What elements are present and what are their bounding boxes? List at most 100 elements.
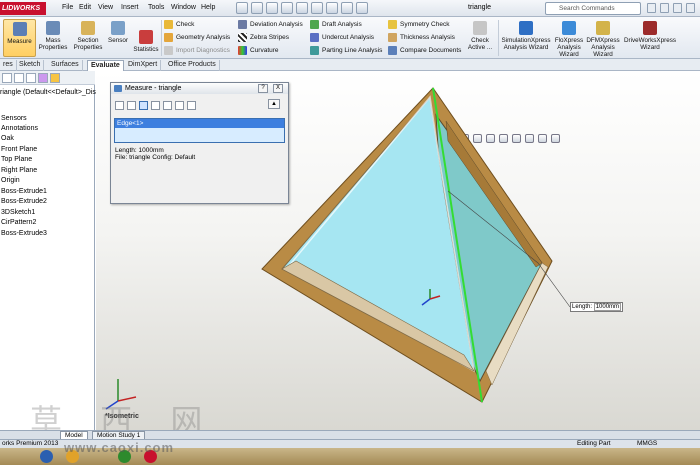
- statistics-label: Statistics: [133, 46, 159, 53]
- undo-icon[interactable]: [296, 2, 308, 14]
- sensor-button[interactable]: Sensor: [106, 19, 130, 44]
- restore-icon[interactable]: [686, 3, 695, 13]
- selected-entity[interactable]: Edge<1>: [115, 119, 284, 128]
- measure-file-result: File: triangle Config: Default: [115, 154, 196, 161]
- property-manager-icon[interactable]: [14, 73, 24, 83]
- menu-edit[interactable]: Edit: [79, 4, 91, 11]
- save-icon[interactable]: [266, 2, 278, 14]
- symmetry-check-button[interactable]: Symmetry Check: [388, 20, 449, 29]
- file-properties-icon[interactable]: [341, 2, 353, 14]
- geometry-analysis-label: Geometry Analysis: [176, 34, 231, 41]
- check-active-button[interactable]: Check Active ...: [465, 19, 495, 51]
- menu-window[interactable]: Window: [171, 4, 196, 11]
- measure-selection-list[interactable]: Edge<1>: [114, 118, 285, 143]
- feature-manager-icon[interactable]: [2, 73, 12, 83]
- tree-item-front-plane[interactable]: Front Plane: [1, 146, 37, 153]
- tree-item-boss-extrude1[interactable]: Boss-Extrude1: [1, 188, 47, 195]
- zebra-stripes-label: Zebra Stripes: [250, 34, 290, 41]
- tree-item-boss-extrude3[interactable]: Boss-Extrude3: [1, 230, 47, 237]
- tree-item-right-plane[interactable]: Right Plane: [1, 167, 37, 174]
- tree-part-node[interactable]: riangle (Default<<Default>_Disp: [0, 89, 100, 96]
- tab-surfaces[interactable]: Surfaces: [48, 60, 83, 71]
- undercut-analysis-button[interactable]: Undercut Analysis: [310, 33, 374, 42]
- select-icon[interactable]: [311, 2, 323, 14]
- measure-history-icon[interactable]: [175, 100, 184, 110]
- help-icon[interactable]: ?: [258, 84, 268, 93]
- driveworksxpress-icon: [643, 21, 657, 35]
- draft-analysis-button[interactable]: Draft Analysis: [310, 20, 362, 29]
- driveworksxpress-button[interactable]: DriveWorksXpress Wizard: [622, 19, 678, 51]
- ribbon-separator: [161, 20, 162, 56]
- simulationxpress-button[interactable]: SimulationXpress Analysis Wizard: [500, 19, 552, 51]
- point-to-point-icon[interactable]: [151, 100, 160, 110]
- tab-office-products[interactable]: Office Products: [165, 60, 220, 71]
- dfmxpress-icon: [596, 21, 610, 35]
- check-button[interactable]: Check: [164, 20, 194, 29]
- measure-dialog[interactable]: Measure - triangle ? X ▲ Edge<1> Length:…: [110, 82, 289, 204]
- curvature-button[interactable]: Curvature: [238, 46, 279, 55]
- tree-item-top-plane[interactable]: Top Plane: [1, 156, 32, 163]
- search-commands-input[interactable]: Search Commands: [545, 2, 641, 15]
- menu-tools[interactable]: Tools: [148, 4, 164, 11]
- rebuild-icon[interactable]: [326, 2, 338, 14]
- status-units[interactable]: MMGS: [637, 440, 657, 448]
- open-icon[interactable]: [251, 2, 263, 14]
- tree-item-annotations[interactable]: Annotations: [1, 125, 38, 132]
- show-xyz-icon[interactable]: [139, 100, 148, 110]
- statistics-button[interactable]: Statistics: [132, 19, 160, 53]
- tree-item-material[interactable]: Oak: [1, 135, 14, 142]
- compare-documents-button[interactable]: Compare Documents: [388, 46, 461, 55]
- arc-circle-measure-icon[interactable]: [115, 100, 124, 110]
- dfmxpress-button[interactable]: DFMXpress Analysis Wizard: [586, 19, 620, 58]
- create-sensor-icon[interactable]: [187, 100, 196, 110]
- document-title: triangle: [468, 4, 491, 11]
- command-manager-tabs: res Sketch Surfaces Evaluate DimXpert Of…: [0, 59, 700, 71]
- tree-item-sensors[interactable]: Sensors: [1, 115, 27, 122]
- menu-insert[interactable]: Insert: [121, 4, 139, 11]
- thickness-analysis-button[interactable]: Thickness Analysis: [388, 33, 455, 42]
- options-icon[interactable]: [356, 2, 368, 14]
- import-diagnostics-icon: [164, 46, 173, 55]
- close-icon[interactable]: X: [273, 84, 283, 93]
- tree-item-cirpattern2[interactable]: CirPattern2: [1, 219, 36, 226]
- configuration-manager-icon[interactable]: [26, 73, 36, 83]
- deviation-analysis-icon: [238, 20, 247, 29]
- geometry-analysis-button[interactable]: Geometry Analysis: [164, 33, 230, 42]
- dimxpert-manager-icon[interactable]: [38, 73, 48, 83]
- minimize-icon[interactable]: [673, 3, 682, 13]
- menu-view[interactable]: View: [98, 4, 113, 11]
- display-manager-icon[interactable]: [50, 73, 60, 83]
- projected-on-icon[interactable]: [163, 100, 172, 110]
- tab-features[interactable]: res: [0, 60, 17, 71]
- section-properties-label: Section Properties: [73, 37, 103, 51]
- measure-icon: [12, 22, 27, 36]
- tab-dimxpert[interactable]: DimXpert: [125, 60, 162, 71]
- geometry-analysis-icon: [164, 33, 173, 42]
- new-document-icon[interactable]: [236, 2, 248, 14]
- solidworks-logo[interactable]: LIDWORKS: [0, 2, 46, 15]
- units-precision-icon[interactable]: [127, 100, 136, 110]
- tree-item-3dsketch1[interactable]: 3DSketch1: [1, 209, 35, 216]
- menu-file[interactable]: File: [62, 4, 73, 11]
- tab-evaluate[interactable]: Evaluate: [87, 60, 124, 71]
- mass-properties-button[interactable]: Mass Properties: [38, 19, 68, 51]
- zebra-stripes-button[interactable]: Zebra Stripes: [238, 33, 289, 42]
- measure-toolbar: [115, 98, 283, 112]
- parting-line-analysis-button[interactable]: Parting Line Analysis: [310, 46, 382, 55]
- compare-documents-label: Compare Documents: [400, 47, 462, 54]
- deviation-analysis-button[interactable]: Deviation Analysis: [238, 20, 303, 29]
- import-diagnostics-button[interactable]: Import Diagnostics: [164, 46, 230, 55]
- menu-help[interactable]: Help: [201, 4, 215, 11]
- measure-button[interactable]: Measure: [3, 19, 36, 57]
- help-icon[interactable]: [660, 3, 669, 13]
- collapse-chevron-icon[interactable]: ▲: [268, 99, 280, 109]
- print-icon[interactable]: [281, 2, 293, 14]
- section-properties-button[interactable]: Section Properties: [72, 19, 104, 51]
- search-dropdown-icon[interactable]: [647, 3, 656, 13]
- tree-item-boss-extrude2[interactable]: Boss-Extrude2: [1, 198, 47, 205]
- tree-item-origin[interactable]: Origin: [1, 177, 20, 184]
- thickness-analysis-label: Thickness Analysis: [400, 34, 455, 41]
- floxpress-button[interactable]: FloXpress Analysis Wizard: [554, 19, 584, 58]
- start-orb-icon[interactable]: [40, 450, 53, 463]
- tab-sketch[interactable]: Sketch: [16, 60, 45, 71]
